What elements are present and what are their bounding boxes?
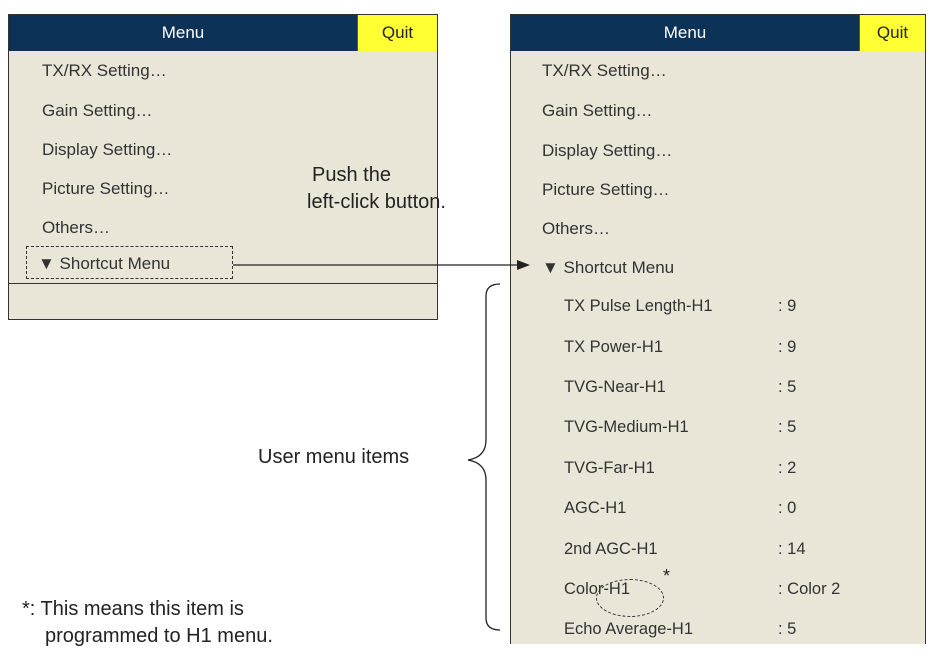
shortcut-item-label[interactable]: TX Pulse Length-H1 — [564, 297, 713, 316]
push-instruction-line2: left-click button. — [307, 191, 446, 213]
left-menu-item-shortcut[interactable]: ▼ Shortcut Menu — [38, 254, 170, 274]
left-menu-divider — [9, 283, 437, 284]
push-instruction-line1: Push the — [312, 164, 391, 186]
left-menu-item-txrx[interactable]: TX/RX Setting… — [42, 61, 167, 81]
left-menu-title: Menu — [161, 23, 205, 42]
shortcut-item-value: : Color 2 — [778, 580, 841, 598]
left-menu-item-gain[interactable]: Gain Setting… — [42, 101, 153, 121]
left-menu-item-others[interactable]: Others… — [42, 218, 110, 238]
right-menu-item-display[interactable]: Display Setting… — [542, 141, 672, 161]
h1-dashed-circle — [596, 579, 664, 617]
left-menu-item-display[interactable]: Display Setting… — [42, 140, 172, 160]
shortcut-item-value: : 0 — [778, 499, 797, 517]
right-menu-title: Menu — [663, 23, 707, 42]
right-menu-panel: Menu Quit TX/RX Setting… Gain Setting… D… — [510, 14, 926, 644]
right-menu-item-shortcut[interactable]: ▼ Shortcut Menu — [542, 258, 674, 278]
shortcut-item-label[interactable]: TVG-Far-H1 — [564, 459, 655, 478]
shortcut-item-value: : 2 — [778, 459, 797, 477]
right-menu-item-picture[interactable]: Picture Setting… — [542, 180, 670, 200]
right-quit-button[interactable]: Quit — [859, 15, 925, 51]
shortcut-item-value: : 5 — [778, 620, 797, 638]
footnote-line2: programmed to H1 menu. — [45, 625, 273, 647]
right-menu-item-others[interactable]: Others… — [542, 219, 610, 239]
shortcut-item-label[interactable]: TX Power-H1 — [564, 338, 663, 357]
shortcut-item-label[interactable]: Echo Average-H1 — [564, 620, 693, 639]
user-menu-items-label: User menu items — [258, 446, 410, 468]
shortcut-item-value: : 5 — [778, 418, 797, 436]
asterisk-marker: * — [663, 566, 671, 586]
right-menu-item-txrx[interactable]: TX/RX Setting… — [542, 61, 667, 81]
shortcut-item-label[interactable]: TVG-Near-H1 — [564, 378, 666, 397]
shortcut-item-value: : 5 — [778, 378, 797, 396]
footnote-line1: *: This means this item is — [22, 598, 244, 620]
shortcut-item-value: : 14 — [778, 540, 806, 558]
shortcut-item-value: : 9 — [778, 297, 797, 315]
left-menu-item-picture[interactable]: Picture Setting… — [42, 179, 170, 199]
shortcut-item-label[interactable]: 2nd AGC-H1 — [564, 540, 658, 559]
shortcut-item-label[interactable]: AGC-H1 — [564, 499, 626, 518]
shortcut-item-label[interactable]: TVG-Medium-H1 — [564, 418, 689, 437]
left-quit-button[interactable]: Quit — [357, 15, 437, 51]
right-menu-item-gain[interactable]: Gain Setting… — [542, 101, 653, 121]
shortcut-item-value: : 9 — [778, 338, 797, 356]
